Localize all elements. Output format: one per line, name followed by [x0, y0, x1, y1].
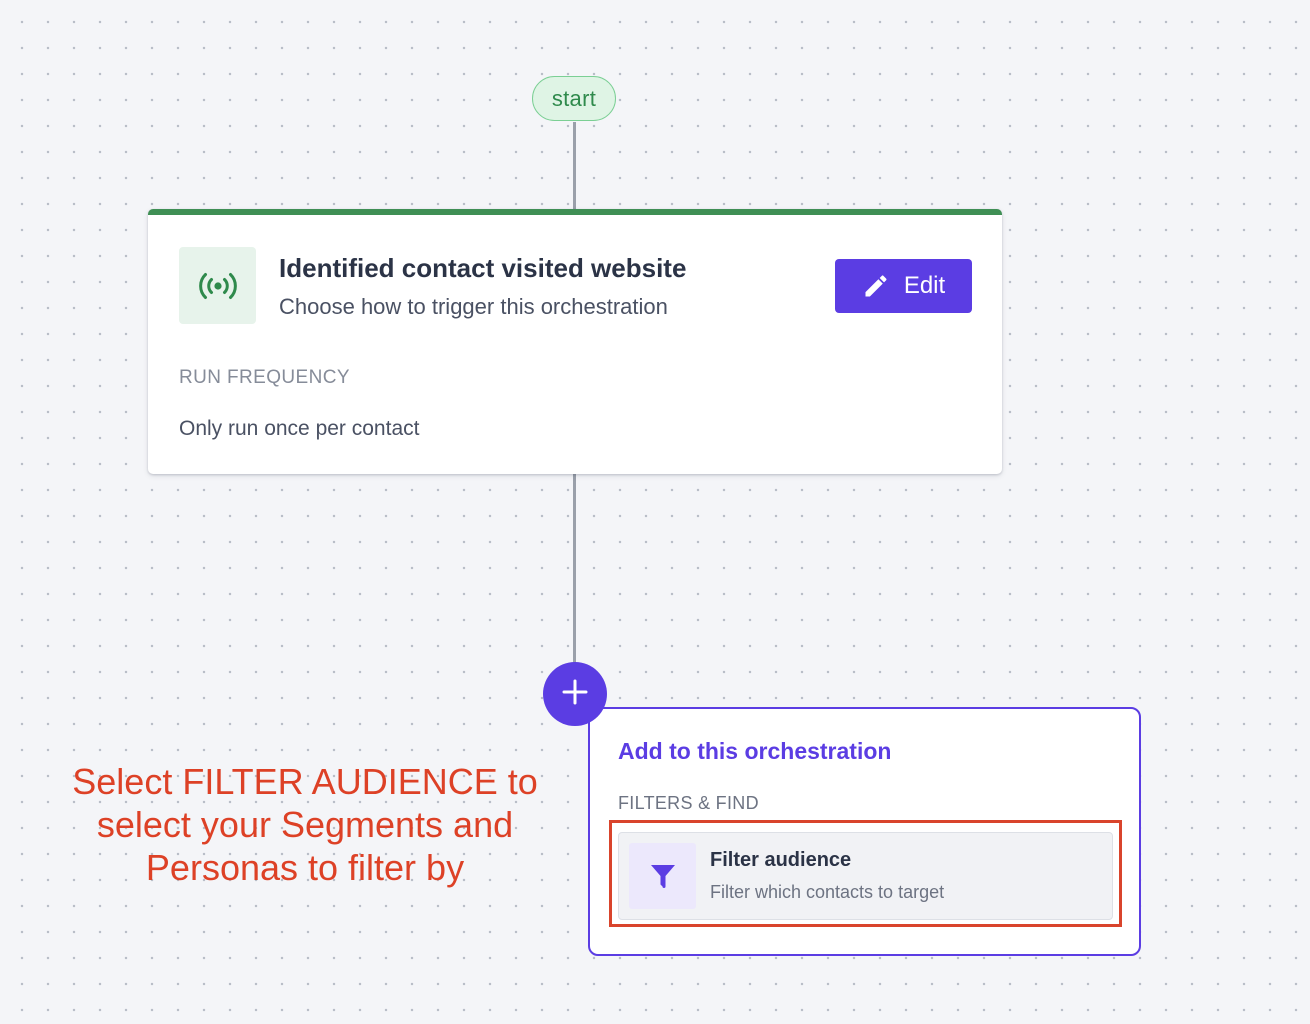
edit-button-label: Edit	[903, 272, 946, 299]
option-title: Filter audience	[710, 849, 852, 871]
add-step-button[interactable]	[543, 662, 607, 726]
run-frequency-value: Only run once per contact	[179, 417, 420, 440]
start-node: start	[532, 76, 616, 121]
annotation-line: Select FILTER AUDIENCE to	[72, 761, 538, 802]
run-frequency-label: RUN FREQUENCY	[179, 367, 350, 388]
broadcast-icon	[179, 247, 256, 324]
option-description: Filter which contacts to target	[710, 882, 945, 902]
edit-button[interactable]: Edit	[835, 259, 972, 313]
section-label-filters-find: FILTERS & FIND	[618, 793, 759, 813]
start-label: start	[551, 85, 597, 111]
plus-icon	[561, 678, 589, 711]
trigger-subtitle: Choose how to trigger this orchestration	[279, 294, 668, 319]
filter-audience-option[interactable]: Filter audience Filter which contacts to…	[618, 832, 1113, 920]
trigger-title: Identified contact visited website	[279, 253, 687, 283]
annotation-line: select your Segments and	[96, 804, 514, 845]
connector-line-bottom	[573, 474, 576, 664]
trigger-card[interactable]: Identified contact visited website Choos…	[148, 209, 1002, 474]
funnel-icon	[629, 843, 696, 909]
annotation-line: Personas to filter by	[145, 847, 465, 888]
pencil-icon	[862, 272, 890, 300]
panel-title: Add to this orchestration	[618, 738, 892, 764]
add-to-orchestration-panel: Add to this orchestration FILTERS & FIND…	[588, 707, 1141, 956]
connector-line-top	[573, 122, 576, 212]
annotation-text: Select FILTER AUDIENCE to select your Se…	[40, 760, 570, 889]
